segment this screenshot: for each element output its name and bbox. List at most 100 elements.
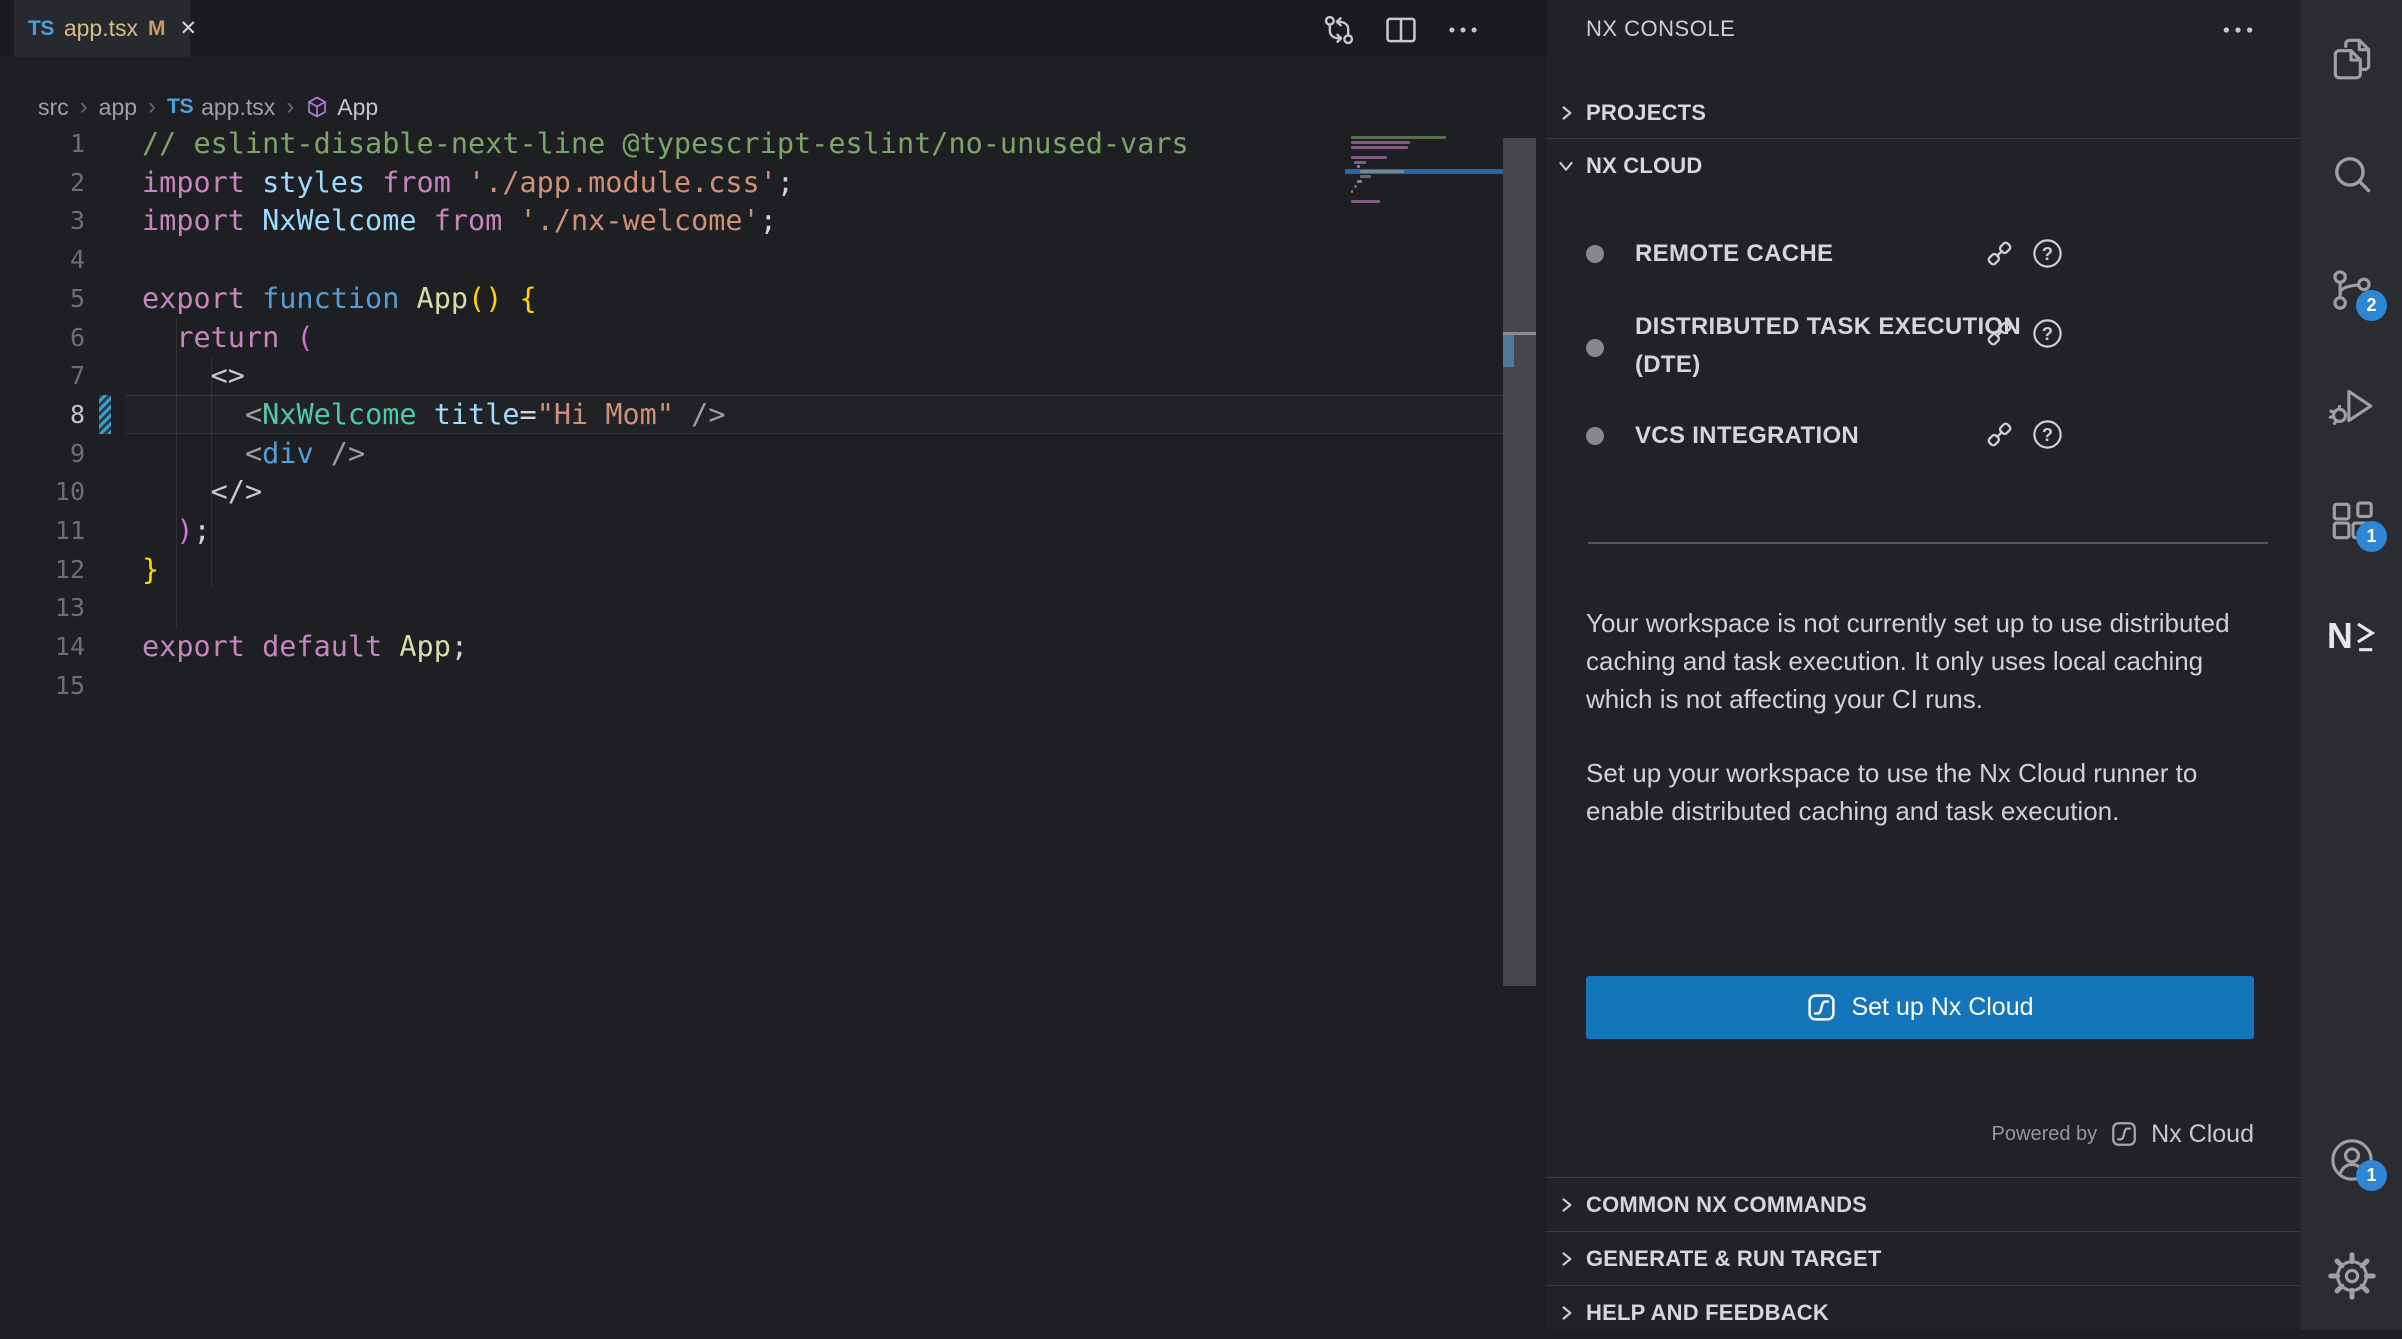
code-line-4[interactable]: 4 <box>0 240 1503 279</box>
breadcrumb-item-app[interactable]: App <box>305 94 378 121</box>
line-number: 13 <box>25 588 85 627</box>
ts-icon: TS <box>167 95 193 119</box>
code-line-3[interactable]: 3 import NxWelcome from './nx-welcome'; <box>0 201 1503 240</box>
breadcrumb-item-src[interactable]: src <box>38 94 69 121</box>
activity-item-nx-console[interactable]: N <box>2327 611 2377 661</box>
tab-app-tsx[interactable]: TS app.tsx M ✕ <box>14 0 190 57</box>
line-number: 9 <box>25 434 85 473</box>
item-actions: ? <box>1982 316 2065 351</box>
setup-nx-cloud-button[interactable]: Set up Nx Cloud <box>1586 976 2254 1039</box>
nx-cloud-item-distributed-task-execution-dte[interactable]: DISTRIBUTED TASK EXECUTION (DTE)? <box>1546 300 2301 396</box>
code-line-15[interactable]: 15 <box>0 666 1503 705</box>
panel-title: NX CONSOLE <box>1586 16 1735 42</box>
code-text: export function App() { <box>142 279 537 318</box>
activity-item-run-and-debug[interactable] <box>2327 381 2377 431</box>
status-bullet-icon <box>1586 339 1604 357</box>
badge: 1 <box>2356 521 2387 552</box>
code-line-2[interactable]: 2import styles from './app.module.css'; <box>0 163 1503 202</box>
help-icon[interactable]: ? <box>2030 316 2065 351</box>
code-line-8[interactable]: 8 <NxWelcome title="Hi Mom" /> <box>0 395 1503 434</box>
line-number: 10 <box>25 472 85 511</box>
paragraph: Your workspace is not currently set up t… <box>1586 604 2258 718</box>
section-label: NX CLOUD <box>1586 153 1703 179</box>
activity-item-settings[interactable] <box>2327 1251 2377 1301</box>
workspace-message: Your workspace is not currently set up t… <box>1586 604 2258 866</box>
nx-cloud-item-vcs-integration[interactable]: VCS INTEGRATION? <box>1546 410 2301 462</box>
close-icon[interactable]: ✕ <box>180 16 198 41</box>
code-line-14[interactable]: 14export default App; <box>0 627 1503 666</box>
chevron-right-icon <box>1556 1303 1576 1323</box>
activity-bar: 2 1 N 1 <box>2300 0 2402 1330</box>
open-changes-icon[interactable] <box>1317 8 1361 52</box>
split-editor-icon[interactable] <box>1379 8 1423 52</box>
breadcrumb-item-app-tsx[interactable]: TS app.tsx <box>167 94 275 121</box>
code-line-11[interactable]: 11 ); <box>0 511 1503 550</box>
editor-toolbar <box>1317 8 1485 52</box>
minimap[interactable] <box>1345 130 1503 214</box>
minimap-line <box>1351 156 1387 159</box>
minimap-line <box>1354 185 1357 188</box>
badge: 2 <box>2356 290 2387 321</box>
activity-item-explorer[interactable] <box>2327 34 2377 84</box>
more-actions-icon[interactable] <box>2218 10 2258 50</box>
code-text: ); <box>142 511 211 550</box>
svg-text:?: ? <box>2042 324 2053 344</box>
help-icon[interactable]: ? <box>2030 236 2065 271</box>
code-text: import NxWelcome from './nx-welcome'; <box>142 201 777 240</box>
plug-icon[interactable] <box>1982 316 2017 351</box>
code-line-1[interactable]: 1// eslint-disable-next-line @typescript… <box>0 124 1503 163</box>
code-text: export default App; <box>142 627 468 666</box>
nx-cloud-item-remote-cache[interactable]: REMOTE CACHE? <box>1546 228 2301 280</box>
breadcrumb-separator-icon: › <box>148 93 156 121</box>
section-common-nx-commands[interactable]: COMMON NX COMMANDS <box>1546 1178 2300 1231</box>
item-actions: ? <box>1982 236 2065 271</box>
activity-item-search[interactable] <box>2327 150 2377 200</box>
help-icon[interactable]: ? <box>2030 417 2065 452</box>
plug-icon[interactable] <box>1982 236 2017 271</box>
code-text: return ( <box>142 318 314 357</box>
minimap-line <box>1351 146 1408 149</box>
section-help-and-feedback[interactable]: HELP AND FEEDBACK <box>1546 1286 2300 1339</box>
breadcrumb-separator-icon: › <box>80 93 88 121</box>
badge: 1 <box>2356 1160 2387 1191</box>
minimap-line <box>1360 170 1403 173</box>
nx-cloud-logo-icon <box>1806 992 1837 1023</box>
breadcrumb-item-app[interactable]: app <box>99 94 137 121</box>
code-text: import styles from './app.module.css'; <box>142 163 794 202</box>
brand-label: Nx Cloud <box>2151 1120 2254 1149</box>
code-line-7[interactable]: 7 <> <box>0 356 1503 395</box>
plug-icon[interactable] <box>1982 417 2017 452</box>
line-number: 1 <box>25 124 85 163</box>
scrollbar[interactable] <box>1503 138 1536 986</box>
code-line-9[interactable]: 9 <div /> <box>0 434 1503 473</box>
chevron-right-icon <box>1556 103 1576 123</box>
modified-badge: M <box>148 17 166 41</box>
editor-group: TS app.tsx M ✕ src›app›TSapp.tsx›App 1//… <box>0 0 1545 1330</box>
section-nx-cloud[interactable]: NX CLOUD <box>1546 140 2300 192</box>
activity-item-source-control[interactable]: 2 <box>2327 265 2377 315</box>
minimap-line <box>1351 136 1446 139</box>
activity-item-extensions[interactable]: 1 <box>2327 496 2377 546</box>
code-text: </> <box>142 472 262 511</box>
line-number: 3 <box>25 201 85 240</box>
minimap-line <box>1351 190 1353 193</box>
breadcrumb-label: src <box>38 94 69 121</box>
chevron-right-icon <box>1556 1195 1576 1215</box>
more-actions-icon[interactable] <box>1441 8 1485 52</box>
code-line-12[interactable]: 12} <box>0 550 1503 589</box>
code-line-5[interactable]: 5export function App() { <box>0 279 1503 318</box>
breadcrumb-label: app.tsx <box>201 94 275 121</box>
nx-cloud-logo-icon <box>2110 1120 2138 1148</box>
powered-by-label: Powered by <box>1992 1123 2098 1146</box>
section-projects[interactable]: PROJECTS <box>1546 88 2300 138</box>
divider <box>1588 542 2268 544</box>
code-line-10[interactable]: 10 </> <box>0 472 1503 511</box>
divider <box>1546 138 2301 139</box>
section-generate-run-target[interactable]: GENERATE & RUN TARGET <box>1546 1232 2300 1285</box>
section-label: GENERATE & RUN TARGET <box>1586 1246 1882 1272</box>
activity-item-accounts[interactable]: 1 <box>2327 1135 2377 1185</box>
code-line-13[interactable]: 13 <box>0 588 1503 627</box>
code-editor[interactable]: 1// eslint-disable-next-line @typescript… <box>0 124 1545 824</box>
powered-by: Powered by Nx Cloud <box>1586 1112 2254 1156</box>
code-line-6[interactable]: 6 return ( <box>0 318 1503 357</box>
